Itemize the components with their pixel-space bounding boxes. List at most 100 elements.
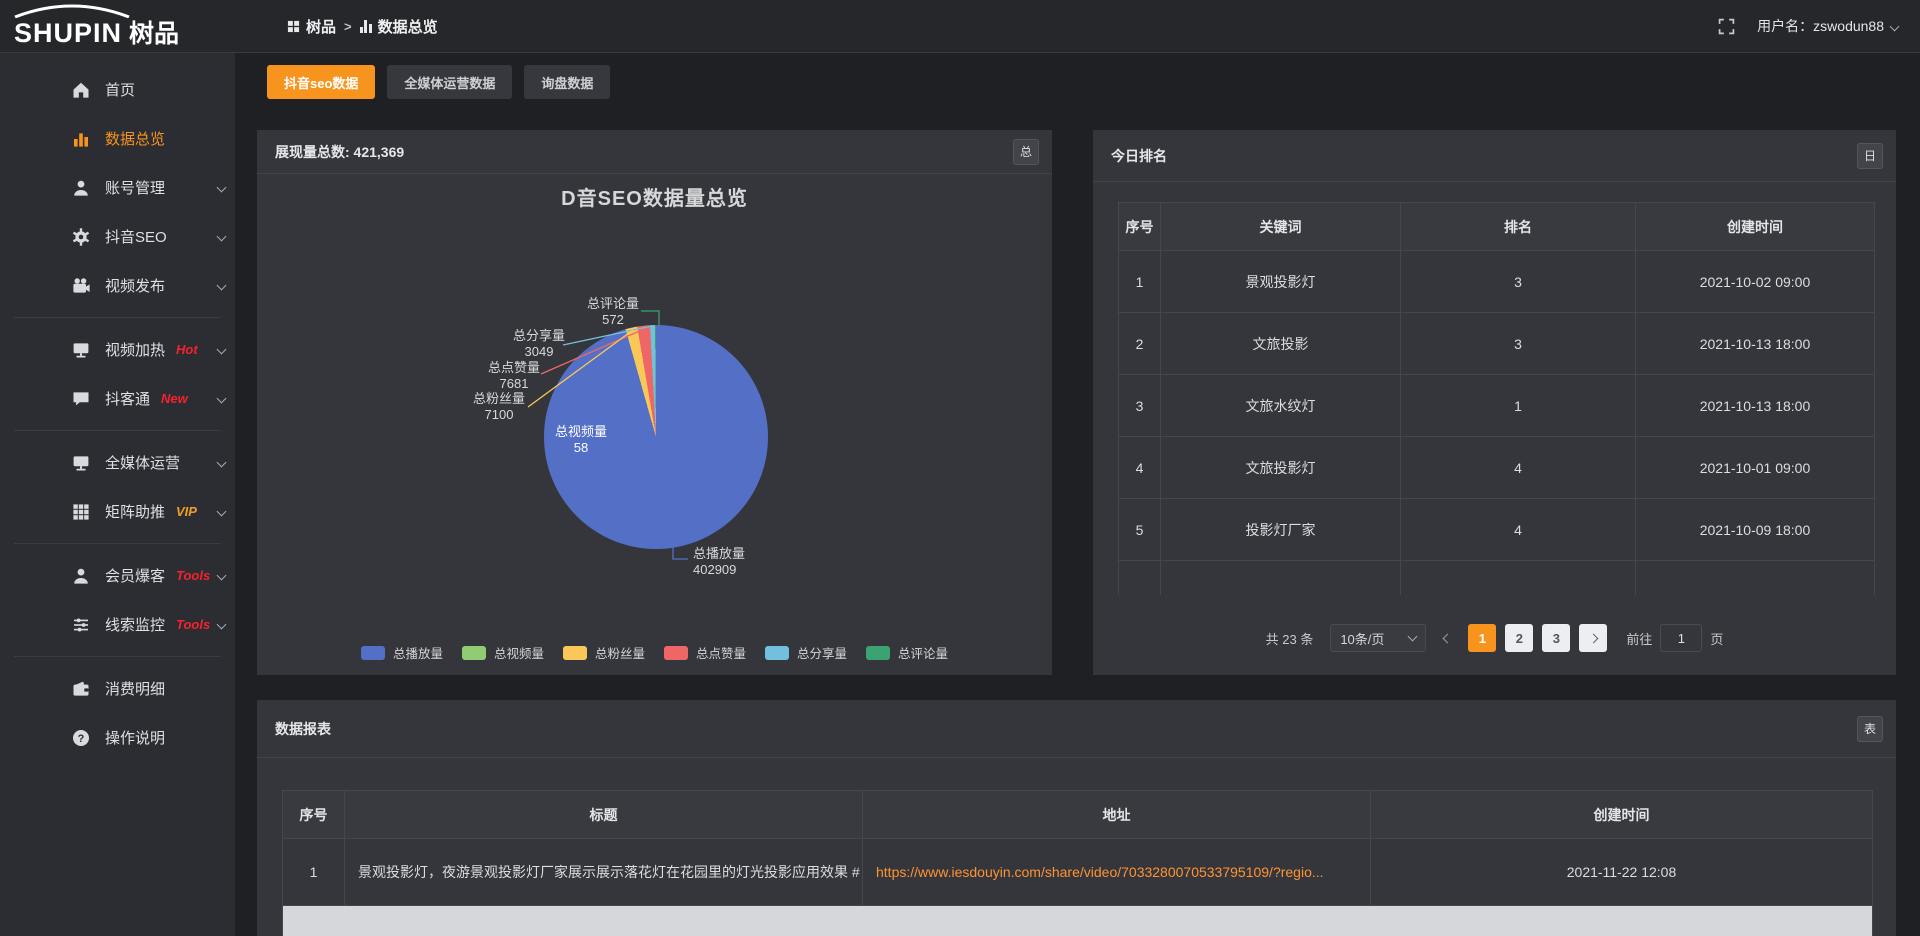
impressions-total: 展现量总数: 421,369 [275, 142, 404, 162]
table-cell: 4 [1401, 499, 1636, 561]
legend-swatch [664, 646, 688, 660]
sidebar-item-13[interactable]: ? 操作说明 [0, 713, 235, 762]
tab-1[interactable]: 抖音seo数据 [267, 65, 375, 99]
user-menu[interactable]: 用户名：zswodun88 [1757, 16, 1898, 36]
topbar-right: 用户名：zswodun88 [1718, 16, 1920, 36]
sidebar-item-11[interactable]: 线索监控Tools [0, 600, 235, 649]
sidebar-item-label: 视频发布 [105, 275, 165, 296]
legend-item[interactable]: 总粉丝量 [563, 643, 645, 662]
pie-label-likes: 总点赞量7681 [472, 360, 556, 392]
user-icon [70, 565, 92, 587]
prev-page-button[interactable] [1435, 624, 1459, 652]
page-button-2[interactable]: 2 [1505, 624, 1533, 652]
page-button-3[interactable]: 3 [1542, 624, 1570, 652]
sidebar-item-3[interactable]: 账号管理 [0, 163, 235, 212]
sidebar-item-5[interactable]: 视频发布 [0, 261, 235, 310]
sidebar-item-label: 首页 [105, 79, 135, 100]
page-size-select[interactable]: 10条/页 [1330, 624, 1426, 652]
column-header: 标题 [345, 791, 863, 839]
grid-icon [70, 501, 92, 523]
sidebar-item-1[interactable]: 首页 [0, 65, 235, 114]
display-icon [70, 452, 92, 474]
goto-page: 前往 页 [1626, 624, 1723, 652]
tab-3[interactable]: 询盘数据 [524, 65, 610, 99]
fullscreen-icon[interactable] [1718, 18, 1735, 35]
table-cell: 3 [1401, 251, 1636, 313]
column-header: 创建时间 [1371, 791, 1872, 839]
sidebar-item-label: 全媒体运营 [105, 452, 180, 473]
sidebar-item-label: 矩阵助推 [105, 501, 165, 522]
legend-item[interactable]: 总评论量 [866, 643, 948, 662]
sidebar-item-label: 抖客通 [105, 388, 150, 409]
user-icon [70, 177, 92, 199]
page-button-1[interactable]: 1 [1468, 624, 1496, 652]
chevron-down-icon [217, 232, 227, 242]
legend-item[interactable]: 总点赞量 [664, 643, 746, 662]
sidebar-item-9[interactable]: 矩阵助推 VIP [0, 487, 235, 536]
breadcrumb-label: 树品 [306, 16, 336, 37]
sidebar-item-label: 视频加热 [105, 339, 165, 360]
pie-graphic[interactable] [544, 325, 768, 549]
legend-swatch [765, 646, 789, 660]
table-view-button[interactable]: 表 [1857, 716, 1883, 742]
chart-icon [70, 128, 92, 150]
day-view-button[interactable]: 日 [1857, 143, 1883, 169]
chevron-down-icon [217, 458, 227, 468]
svg-text:?: ? [78, 732, 85, 744]
sidebar-divider [14, 317, 221, 318]
breadcrumb-item-current[interactable]: 数据总览 [360, 16, 438, 37]
table-cell: 1 [1401, 375, 1636, 437]
report-table: 序号标题地址创建时间1景观投影灯，夜游景观投影灯厂家展示展示落花灯在花园里的灯光… [282, 790, 1873, 936]
sidebar-item-label: 操作说明 [105, 727, 165, 748]
sidebar-item-4[interactable]: 抖音SEO [0, 212, 235, 261]
tab-2[interactable]: 全媒体运营数据 [387, 65, 512, 99]
table-cell: 1 [1119, 251, 1161, 313]
legend-swatch [361, 646, 385, 660]
sidebar-item-badge: New [161, 391, 188, 406]
sidebar-item-8[interactable]: 全媒体运营 [0, 438, 235, 487]
legend-item[interactable]: 总播放量 [361, 643, 443, 662]
breadcrumb-item-home[interactable]: 树品 [287, 16, 336, 37]
video-icon [70, 275, 92, 297]
table-cell: 3 [1401, 313, 1636, 375]
pagination-total: 共 23 条 [1266, 629, 1314, 648]
sidebar-item-6[interactable]: 视频加热 Hot [0, 325, 235, 374]
sidebar-item-10[interactable]: 会员爆客Tools [0, 551, 235, 600]
video-link[interactable]: https://www.iesdouyin.com/share/video/70… [876, 864, 1324, 880]
pie-chart: D音SEO数据量总览 总评论量572 总分享量3049 总点赞量7681 总粉丝… [257, 174, 1052, 675]
empty-cell [1636, 561, 1874, 595]
total-view-button[interactable]: 总 [1013, 139, 1039, 165]
sidebar-item-label: 会员爆客 [105, 565, 165, 586]
wallet-icon [70, 678, 92, 700]
table-cell: 1 [283, 839, 345, 906]
report-panel-header: 数据报表 表 [257, 700, 1896, 758]
chart-legend: 总播放量总视频量总粉丝量总点赞量总分享量总评论量 [257, 643, 1052, 662]
report-title: 数据报表 [275, 719, 331, 739]
sidebar-item-12[interactable]: 消费明细 [0, 664, 235, 713]
table-cell[interactable]: https://www.iesdouyin.com/share/video/70… [863, 839, 1371, 906]
table-cell: 2021-10-13 18:00 [1636, 313, 1874, 375]
sidebar-item-7[interactable]: 抖客通 New [0, 374, 235, 423]
empty-cell [1401, 561, 1636, 595]
sidebar-item-badge: VIP [176, 504, 197, 519]
legend-item[interactable]: 总视频量 [462, 643, 544, 662]
breadcrumb-separator: > [344, 19, 352, 34]
logo[interactable]: SHUPIN 树品 [0, 0, 235, 53]
chart-title: D音SEO数据量总览 [257, 182, 1052, 211]
goto-page-input[interactable] [1660, 624, 1702, 652]
app-window: SHUPIN 树品 树品 > 数据总览 用户名：zswodun88 首页数据 [0, 0, 1920, 936]
table-cell: 2 [1119, 313, 1161, 375]
bar-chart-icon [360, 20, 372, 33]
table-cell: 2021-10-13 18:00 [1636, 375, 1874, 437]
table-cell: 4 [1401, 437, 1636, 499]
legend-swatch [866, 646, 890, 660]
sliders-icon [70, 614, 92, 636]
column-header: 创建时间 [1636, 203, 1874, 251]
legend-swatch [462, 646, 486, 660]
sidebar-item-badge: Hot [176, 342, 198, 357]
sidebar-item-2[interactable]: 数据总览 [0, 114, 235, 163]
legend-item[interactable]: 总分享量 [765, 643, 847, 662]
topbar: SHUPIN 树品 树品 > 数据总览 用户名：zswodun88 [0, 0, 1920, 53]
next-page-button[interactable] [1579, 624, 1607, 652]
column-header: 地址 [863, 791, 1371, 839]
